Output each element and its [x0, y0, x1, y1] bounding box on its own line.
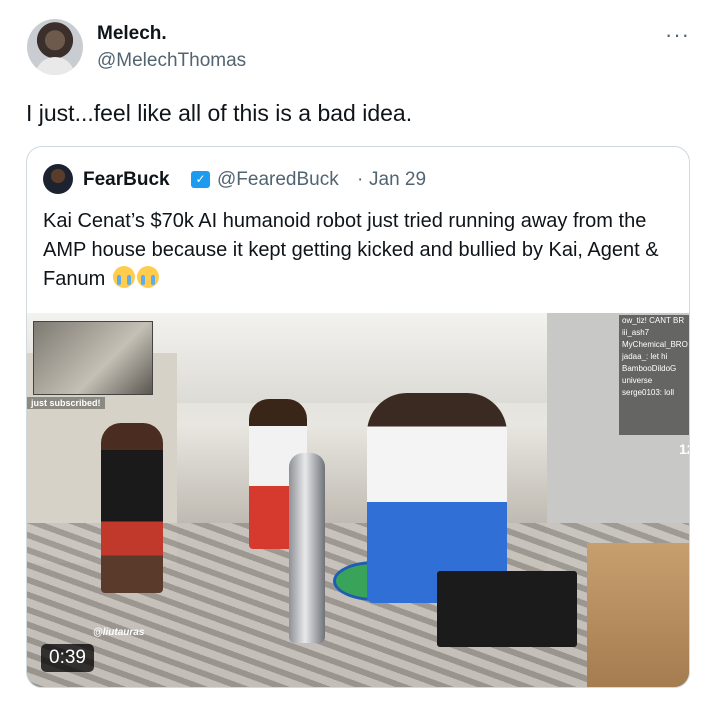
video-black-trunk: [437, 571, 577, 647]
video-cardboard-boxes: [587, 543, 689, 687]
chat-line: jadaa_: let hi: [622, 352, 668, 361]
verified-badge-icon: ✓: [191, 171, 210, 188]
subscribed-overlay: just subscribed!: [27, 397, 105, 409]
video-robot: [289, 453, 325, 643]
author-name[interactable]: Melech.: [97, 23, 167, 45]
video-person: [101, 423, 163, 593]
quoted-author-name[interactable]: FearBuck: [83, 169, 170, 191]
tweet-text: I just...feel like all of this is a bad …: [26, 100, 413, 126]
webcam-overlay: [33, 321, 153, 395]
quoted-text: Kai Cenat’s $70k AI humanoid robot just …: [43, 207, 675, 294]
chat-line: ow_tiz! CANT BR: [622, 316, 685, 325]
chat-line: BambooDildoG: [622, 364, 677, 373]
video-watermark: @liutauras: [93, 627, 145, 638]
author-avatar[interactable]: [27, 19, 83, 75]
quoted-tweet[interactable]: FearBuck ✓ @FearedBuck · Jan 29 Kai Cena…: [26, 146, 690, 688]
author-handle[interactable]: @MelechThomas: [97, 50, 246, 72]
quoted-author-handle[interactable]: @FearedBuck: [217, 169, 339, 191]
quoted-text-body: Kai Cenat’s $70k AI humanoid robot just …: [43, 210, 659, 290]
chat-line: serge0103: loll: [622, 388, 675, 397]
video-duration: 0:39: [41, 644, 94, 672]
chat-line: iii_ash7: [622, 328, 650, 337]
separator-dot: ·: [357, 169, 364, 190]
crying-emoji-icon: [112, 266, 135, 288]
more-options-icon[interactable]: ···: [665, 22, 690, 48]
quoted-author-avatar[interactable]: [43, 164, 73, 194]
chat-line: universe: [622, 376, 653, 385]
quoted-date[interactable]: Jan 29: [369, 169, 426, 191]
video-player[interactable]: just subscribed! ow_tiz! CANT BR iii_ash…: [27, 313, 689, 687]
stream-counter: 12: [679, 441, 689, 457]
stream-chat-overlay: ow_tiz! CANT BR iii_ash7 MyChemical_BRO …: [619, 315, 689, 435]
chat-line: MyChemical_BRO: [622, 340, 688, 349]
crying-emoji-icon: [136, 266, 159, 288]
